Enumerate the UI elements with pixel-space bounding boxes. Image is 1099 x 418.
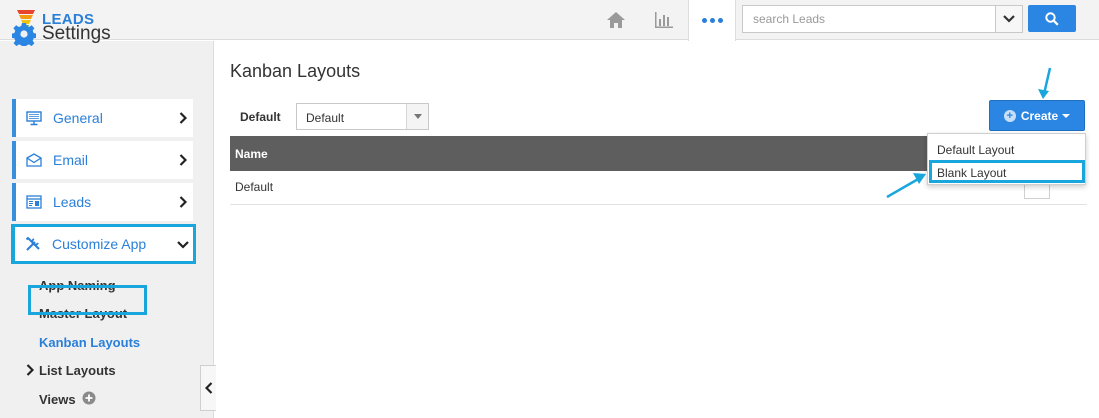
submenu-list-layouts[interactable]: List Layouts — [39, 363, 116, 378]
submenu-kanban-layouts[interactable]: Kanban Layouts — [39, 335, 140, 350]
more-dot — [717, 18, 723, 23]
submenu-selected-highlight — [28, 285, 147, 315]
search-icon — [1045, 11, 1059, 26]
create-button-label: Create — [1020, 108, 1059, 123]
row-actions-button[interactable] — [1024, 185, 1050, 199]
collapse-sidebar-button[interactable] — [200, 365, 216, 411]
tools-icon — [24, 235, 42, 253]
menu-item-highlight — [929, 160, 1085, 183]
chevron-right-icon[interactable] — [26, 364, 34, 376]
top-bar: LEADS search Leads — [0, 0, 1099, 41]
home-icon[interactable] — [598, 0, 634, 40]
search-scope-dropdown[interactable] — [996, 5, 1023, 33]
default-layout-value: Default — [306, 111, 345, 125]
envelope-icon — [25, 151, 43, 169]
more-apps-button[interactable] — [688, 0, 736, 41]
gear-icon — [12, 23, 36, 46]
sidebar-item-customize-app[interactable]: Customize App — [11, 224, 196, 264]
caret-down-icon — [406, 104, 428, 129]
caret-down-icon — [1062, 113, 1071, 118]
chevron-down-icon — [177, 241, 189, 249]
chevron-right-icon — [179, 112, 187, 124]
column-header-name[interactable]: Name — [235, 147, 268, 161]
chevron-right-icon — [179, 196, 187, 208]
table-cell-name: Default — [235, 180, 274, 194]
sidebar-item-general[interactable]: General — [12, 99, 193, 137]
search-button[interactable] — [1028, 5, 1076, 32]
sidebar-item-leads[interactable]: Leads — [12, 183, 193, 221]
sidebar-item-label: Leads — [53, 194, 92, 210]
settings-header: Settings — [12, 22, 111, 46]
sidebar-item-email[interactable]: Email — [12, 141, 193, 179]
plus-circle-icon: + — [1003, 109, 1016, 122]
bar-chart-icon[interactable] — [646, 0, 682, 40]
sidebar-item-label: General — [53, 110, 103, 126]
settings-title: Settings — [42, 23, 111, 44]
table-header: Name — [230, 136, 928, 171]
create-button[interactable]: + Create — [989, 100, 1085, 131]
monitor-icon — [25, 109, 43, 127]
default-layout-select[interactable]: Default — [296, 103, 429, 130]
search-placeholder: search Leads — [753, 12, 826, 26]
chevron-left-icon — [204, 382, 212, 394]
menu-item-default-layout[interactable]: Default Layout — [937, 143, 1014, 157]
card-icon — [25, 193, 43, 211]
more-dot — [709, 18, 715, 23]
search-input[interactable]: search Leads — [742, 5, 996, 33]
chevron-down-icon — [1003, 15, 1015, 23]
chevron-right-icon — [179, 154, 187, 166]
sidebar-item-label: Customize App — [52, 236, 147, 252]
sidebar-item-label: Email — [53, 152, 89, 168]
more-dots-icon — [701, 18, 707, 23]
submenu-views[interactable]: Views — [39, 392, 76, 407]
page-title: Kanban Layouts — [230, 61, 361, 81]
add-circle-icon[interactable] — [82, 391, 96, 405]
annotation-arrow-icon — [1038, 67, 1052, 99]
default-layout-label: Default — [240, 110, 281, 124]
